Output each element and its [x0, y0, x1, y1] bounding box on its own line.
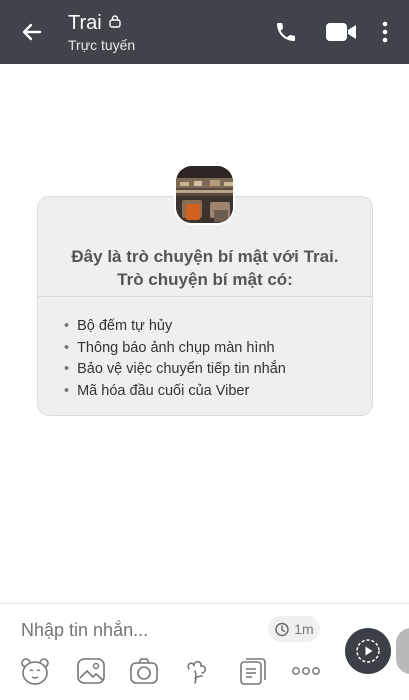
intro-line-1: Đây là trò chuyện bí mật với Trai. — [71, 247, 339, 266]
avatar-photo — [176, 166, 233, 223]
secret-chat-intro: Đây là trò chuyện bí mật với Trai. Trò c… — [38, 245, 372, 291]
doodle-icon[interactable] — [183, 656, 213, 686]
card-divider — [38, 296, 372, 297]
timer-label: 1m — [294, 621, 314, 637]
contact-info[interactable]: Trai Trực tuyến — [68, 11, 135, 53]
play-send-icon — [356, 639, 380, 663]
timer-icon — [275, 622, 289, 637]
message-input[interactable] — [21, 618, 251, 642]
contact-avatar — [174, 164, 235, 225]
composer-divider — [0, 603, 409, 604]
more-icon[interactable] — [291, 656, 321, 686]
secret-chat-info-card: Đây là trò chuyện bí mật với Trai. Trò c… — [37, 196, 373, 416]
send-button[interactable] — [345, 628, 391, 674]
lock-icon — [109, 15, 121, 28]
feature-list: Bộ đếm tự hủy Thông báo ảnh chụp màn hìn… — [64, 316, 286, 402]
video-icon[interactable] — [324, 18, 358, 46]
more-vertical-icon[interactable] — [379, 20, 391, 44]
more-apps-icon[interactable] — [238, 656, 268, 686]
list-item: Bảo vệ việc chuyển tiếp tin nhắn — [64, 359, 286, 381]
gallery-icon[interactable] — [76, 656, 106, 686]
phone-icon[interactable] — [274, 20, 298, 44]
contact-status: Trực tuyến — [68, 37, 136, 53]
sticker-bear-icon[interactable] — [20, 656, 50, 686]
secondary-action-button[interactable] — [396, 628, 409, 674]
intro-line-2: Trò chuyện bí mật có: — [117, 270, 293, 289]
back-arrow-icon[interactable] — [20, 20, 44, 44]
list-item: Mã hóa đầu cuối của Viber — [64, 381, 286, 403]
self-destruct-timer-button[interactable]: 1m — [268, 616, 320, 642]
list-item: Thông báo ảnh chụp màn hình — [64, 338, 286, 360]
contact-name: Trai — [68, 12, 102, 34]
camera-icon[interactable] — [129, 656, 159, 686]
chat-header: Trai Trực tuyến — [0, 0, 409, 64]
list-item: Bộ đếm tự hủy — [64, 316, 286, 338]
